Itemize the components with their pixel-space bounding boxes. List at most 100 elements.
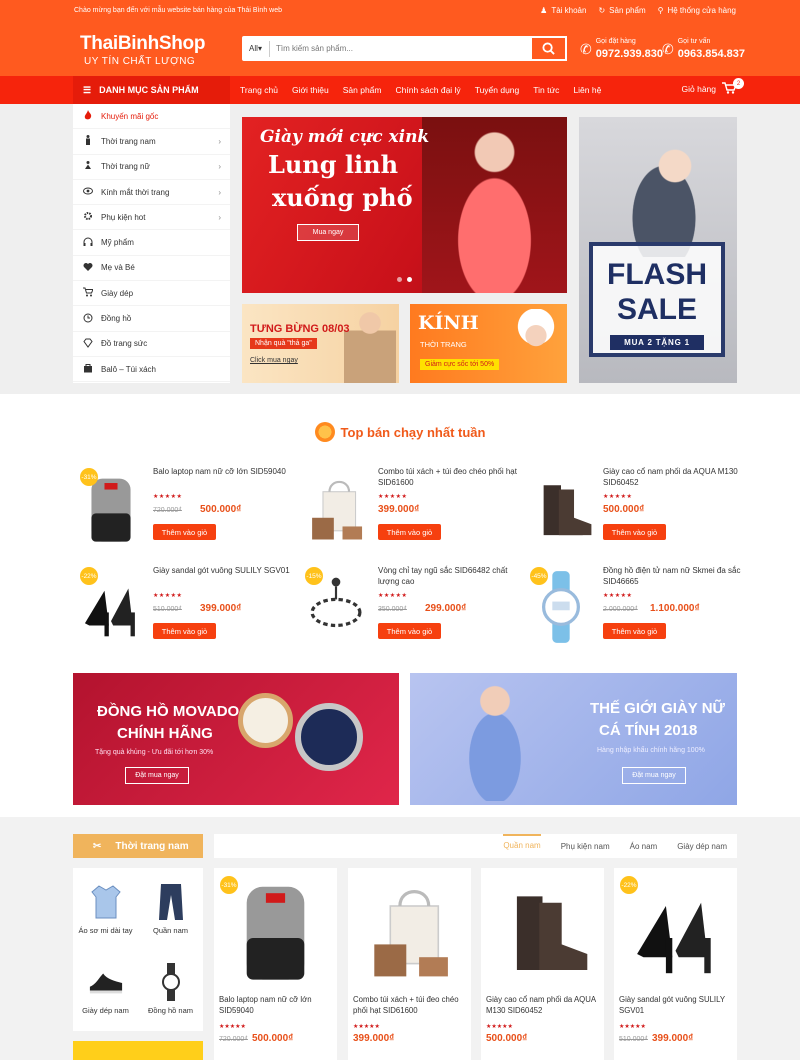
tab-phu-kien-nam[interactable]: Phụ kiện nam xyxy=(561,842,610,851)
product-name[interactable]: Combo túi xách + túi đeo chéo phối hạt S… xyxy=(378,466,528,488)
add-to-cart-button[interactable]: Thêm vào giỏ xyxy=(603,524,666,540)
product-name[interactable]: Giày sandal gót vuông SULILY SGV01 xyxy=(619,994,734,1016)
subcat-watch[interactable]: Đồng hồ nam xyxy=(138,962,203,1015)
product-card[interactable]: Combo túi xách + túi đeo chéo phối hạt S… xyxy=(298,466,522,556)
product-name[interactable]: Giày cao cổ nam phối da AQUA M130 SID604… xyxy=(486,994,601,1016)
buy-now-button[interactable]: Mua ngay xyxy=(297,224,359,241)
hot-badge-icon xyxy=(314,422,335,442)
account-link[interactable]: ♟ Tài khoản xyxy=(540,6,586,15)
stores-link[interactable]: ⚲ Hệ thống cửa hàng xyxy=(658,6,736,15)
sidebar-item[interactable]: Thời trang nam › xyxy=(73,129,230,155)
product-name[interactable]: Giày sandal gót vuông SULILY SGV01 xyxy=(153,565,303,576)
tab-giay-dep-nam[interactable]: Giày dép nam xyxy=(677,842,727,851)
menu-jobs[interactable]: Tuyển dụng xyxy=(475,85,520,95)
movado-promo-banner[interactable]: ĐỒNG HỒ MOVADO CHÍNH HÃNG Tặng quà khủng… xyxy=(73,673,399,805)
model-image xyxy=(609,127,719,257)
tab-ao-nam[interactable]: Áo nam xyxy=(630,842,658,851)
add-to-cart-button[interactable]: Thêm vào giỏ xyxy=(153,623,216,639)
subcat-pants[interactable]: Quần nam xyxy=(138,882,203,935)
sidebar-item[interactable]: Phụ kiện hot › xyxy=(73,205,230,231)
promo-desc: Hàng nhập khẩu chính hãng 100% xyxy=(597,747,705,754)
hotline-order[interactable]: ✆ Gọi đặt hàng 0972.939.830 xyxy=(580,38,663,60)
add-to-cart-button[interactable]: Thêm vào giỏ xyxy=(378,524,441,540)
slider-dot[interactable] xyxy=(407,277,412,282)
menu-contact[interactable]: Liên hệ xyxy=(573,85,601,95)
discount-badge: -15% xyxy=(305,567,323,585)
product-image[interactable] xyxy=(302,470,370,546)
old-price: 350.000₫ xyxy=(378,606,407,613)
eye-icon xyxy=(83,186,93,198)
product-image[interactable] xyxy=(620,874,731,986)
site-logo[interactable]: ThaiBinhShop xyxy=(80,33,205,55)
product-card[interactable]: Giày cao cổ nam phối da AQUA M130 SID604… xyxy=(523,466,747,556)
sidebar-item[interactable]: Đồ trang sức xyxy=(73,332,230,357)
sidebar-item[interactable]: Đồng hồ xyxy=(73,306,230,332)
product-name[interactable]: Đồng hồ điện tử nam nữ Skmei đa sắc SID4… xyxy=(603,565,753,587)
product-card[interactable]: -22% Giày sandal gót vuông SULILY SGV01 ★★… xyxy=(73,565,297,655)
menu-home[interactable]: Trang chủ xyxy=(240,85,278,95)
product-name[interactable]: Balo laptop nam nữ cỡ lớn SID59040 xyxy=(153,466,303,477)
model-image xyxy=(344,308,396,383)
product-name[interactable]: Vòng chỉ tay ngũ sắc SID66482 chất lượng… xyxy=(378,565,528,587)
sidebar-item[interactable]: Giày dép xyxy=(73,281,230,307)
sidebar-item[interactable]: Khuyến mãi gốc xyxy=(73,104,230,130)
rating-stars: ★★★★★ xyxy=(153,593,183,599)
search-button[interactable] xyxy=(530,36,567,61)
product-card[interactable]: -31% Balo laptop nam nữ cỡ lớn SID59040 ★★… xyxy=(73,466,297,556)
menu-about[interactable]: Giới thiệu xyxy=(292,85,329,95)
sidebar-item-label: Đồ trang sức xyxy=(101,339,148,349)
product-name[interactable]: Giày cao cổ nam phối da AQUA M130 SID604… xyxy=(603,466,753,488)
old-price: 510.000₫ xyxy=(153,606,182,613)
rating-stars: ★★★★★ xyxy=(619,1024,646,1030)
main-slider-banner[interactable]: Giày mới cực xink Lung linh xuống phố Mu… xyxy=(242,117,567,293)
product-image[interactable] xyxy=(220,874,331,986)
add-to-cart-button[interactable]: Thêm vào giỏ xyxy=(603,623,666,639)
promo-subtitle: CHÍNH HÃNG xyxy=(117,725,213,742)
flash-sale-banner[interactable]: FLASH SALE MUA 2 TẶNG 1 xyxy=(579,117,737,383)
subcat-shirt[interactable]: Áo sơ mi dài tay xyxy=(73,882,138,935)
category-heading: ✂ Thời trang nam xyxy=(73,834,203,858)
products-link[interactable]: ↻ Sản phẩm xyxy=(598,6,645,15)
sidebar-item-label: Đồng hồ xyxy=(101,314,132,324)
shoes-promo-banner[interactable]: THẾ GIỚI GIÀY NỮ CÁ TÍNH 2018 Hàng nhập … xyxy=(410,673,737,805)
search-scope-select[interactable]: All ▾ xyxy=(242,40,270,57)
order-now-button[interactable]: Đặt mua ngay xyxy=(622,767,686,784)
product-card[interactable]: -15% Vòng chỉ tay ngũ sắc SID66482 chất l… xyxy=(298,565,522,655)
subcat-shoes[interactable]: Giày dép nam xyxy=(73,962,138,1015)
product-card[interactable]: Giày cao cổ nam phối da AQUA M130 SID604… xyxy=(481,868,604,1060)
menu-products[interactable]: Sản phẩm xyxy=(343,85,382,95)
old-price: 2.000.000₫ xyxy=(603,606,638,613)
cart-button[interactable]: Giỏ hàng 2 xyxy=(682,78,744,96)
product-card[interactable]: -31% Balo laptop nam nữ cỡ lớn SID59040 ★★… xyxy=(214,868,337,1060)
product-name[interactable]: Balo laptop nam nữ cỡ lớn SID59040 xyxy=(219,994,334,1016)
add-to-cart-button[interactable]: Thêm vào giỏ xyxy=(153,524,216,540)
sidebar-item[interactable]: Balô – Túi xách xyxy=(73,357,230,383)
tab-quan-nam[interactable]: Quần nam xyxy=(503,834,541,858)
sidebar-item[interactable]: Mỹ phẩm xyxy=(73,230,230,256)
category-menu-button[interactable]: ☰ DANH MỤC SẢN PHẨM xyxy=(73,76,230,104)
product-card[interactable]: Combo túi xách + túi đeo chéo phối hạt S… xyxy=(348,868,471,1060)
top-links: ♟ Tài khoản ↻ Sản phẩm ⚲ Hệ thống cửa hàng xyxy=(540,6,736,15)
product-image[interactable] xyxy=(487,874,598,986)
search-bar: All ▾ Tìm kiếm sản phẩm... xyxy=(242,36,567,61)
sidebar-item[interactable]: Kính mắt thời trang › xyxy=(73,180,230,206)
menu-links: Trang chủ Giới thiệu Sản phẩm Chính sách… xyxy=(240,76,601,104)
product-image[interactable] xyxy=(527,470,595,546)
sidebar-item[interactable]: Mẹ và Bé xyxy=(73,256,230,282)
menu-agency[interactable]: Chính sách đại lý xyxy=(395,85,460,95)
model-image xyxy=(508,309,564,379)
product-name[interactable]: Combo túi xách + túi đeo chéo phối hạt S… xyxy=(353,994,468,1016)
slider-dot[interactable] xyxy=(397,277,402,282)
search-input[interactable]: Tìm kiếm sản phẩm... xyxy=(270,44,530,53)
banner-link[interactable]: Click mua ngay xyxy=(250,357,298,364)
add-to-cart-button[interactable]: Thêm vào giỏ xyxy=(378,623,441,639)
womens-day-banner[interactable]: TƯNG BỪNG 08/03 Nhận quà "thả ga" Click … xyxy=(242,304,399,383)
hotline-consult[interactable]: ✆ Gọi tư vấn 0963.854.837 xyxy=(662,38,745,60)
order-now-button[interactable]: Đặt mua ngay xyxy=(125,767,189,784)
product-card[interactable]: -45% Đồng hồ điện tử nam nữ Skmei đa sắc … xyxy=(523,565,747,655)
product-card[interactable]: -22% Giày sandal gót vuông SULILY SGV01 ★★… xyxy=(614,868,737,1060)
menu-news[interactable]: Tin tức xyxy=(533,85,559,95)
glasses-banner[interactable]: KÍNH THỜI TRANG Giảm cực sốc tới 50% xyxy=(410,304,567,383)
sidebar-item[interactable]: Thời trang nữ › xyxy=(73,155,230,180)
product-image[interactable] xyxy=(354,874,465,986)
